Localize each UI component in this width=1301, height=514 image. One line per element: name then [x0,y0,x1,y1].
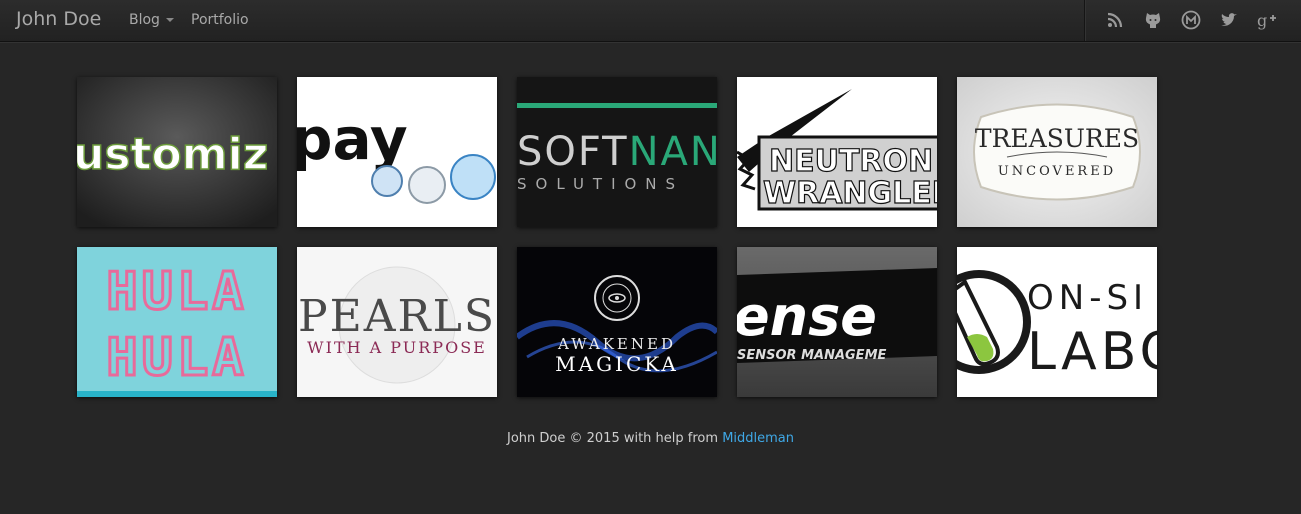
uncovered-text: UNCOVERED [998,164,1116,179]
nav-item-blog[interactable]: Blog [129,12,174,28]
chevron-down-icon [165,18,174,22]
neutron-text: NEUTRON [769,144,933,179]
softnano-solutions-text: SOLUTIONS [517,175,684,193]
portfolio-item-pearls-with-a-purpose[interactable]: PEARLS WITH A PURPOSE [297,247,497,397]
portfolio-item-hula-hula[interactable]: HULA HULA [77,247,277,397]
twitter-icon[interactable] [1219,10,1239,30]
social-links: g [1084,0,1301,41]
on-site-text: ON-SI [1027,278,1148,318]
hula-text-1: HULA [106,262,247,322]
github-icon[interactable] [1143,10,1163,30]
softnano-soft-text: SOFTNANO [517,129,717,175]
with-a-purpose-text: WITH A PURPOSE [307,338,487,357]
portfolio-item-sense[interactable]: ense SENSOR MANAGEME [737,247,937,397]
middleman-link[interactable]: Middleman [722,431,794,446]
pearls-text: PEARLS [298,291,496,342]
treasures-text: TREASURES [975,124,1139,153]
portfolio-item-on-site-labs[interactable]: ON-SI LABO [957,247,1157,397]
hula-text-2: HULA [106,328,247,388]
sensor-management-text: SENSOR MANAGEME [737,348,886,363]
brand-link[interactable]: John Doe [16,8,101,30]
opay-logo-text: pay [297,105,408,173]
footer-text: John Doe © 2015 with help from [507,431,723,446]
awakened-text: AWAKENED [557,335,676,353]
footer: John Doe © 2015 with help from Middleman [0,431,1301,446]
portfolio-item-softnano[interactable]: SOFTNANO SOLUTIONS [517,77,717,227]
labs-text: LABO [1027,322,1157,382]
google-plus-icon[interactable]: g [1257,10,1277,30]
wrangler-text: WRANGLER [763,176,937,211]
svg-text:g: g [1257,11,1267,30]
meetup-icon[interactable] [1181,10,1201,30]
portfolio-item-neutron-wrangler[interactable]: NEUTRON WRANGLER [737,77,937,227]
magicka-text: MAGICKA [555,352,679,376]
portfolio-item-opay[interactable]: pay [297,77,497,227]
nav-item-portfolio[interactable]: Portfolio [191,12,249,28]
navbar: John Doe Blog Portfolio g [0,0,1301,42]
rss-icon[interactable] [1105,10,1125,30]
customize-logo-text: ustomiz [77,129,268,180]
sense-text: ense [737,285,877,348]
nav-item-blog-label: Blog [129,12,160,28]
portfolio-item-treasures-uncovered[interactable]: TREASURES UNCOVERED [957,77,1157,227]
portfolio-item-awakened-magicka[interactable]: AWAKENED MAGICKA [517,247,717,397]
portfolio-item-customize[interactable]: ustomiz [77,77,277,227]
